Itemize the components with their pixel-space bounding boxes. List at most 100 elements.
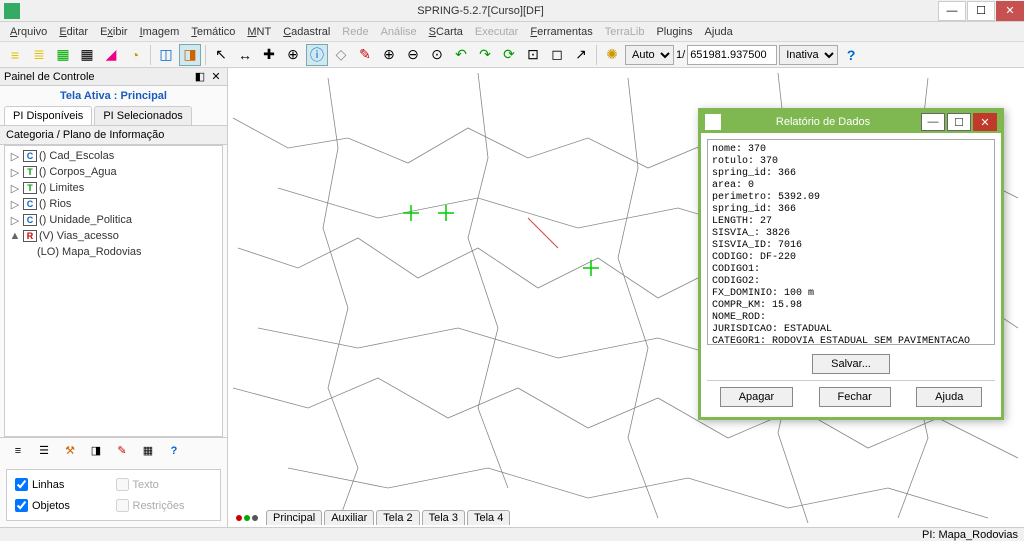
tab-pi-disponiveis[interactable]: PI Disponíveis — [4, 106, 92, 125]
category-t-icon: T — [23, 182, 37, 194]
maptab-tela4[interactable]: Tela 4 — [467, 510, 510, 525]
menu-exibir[interactable]: Exibir — [94, 24, 134, 40]
menu-plugins[interactable]: Plugins — [650, 24, 698, 40]
maptab-tela3[interactable]: Tela 3 — [422, 510, 465, 525]
zoom-out-icon[interactable]: ⊖ — [402, 44, 424, 66]
salvar-button[interactable]: Salvar... — [812, 354, 890, 374]
cursor-icon[interactable]: ↖ — [210, 44, 232, 66]
panel-float-icon[interactable]: ◧ — [193, 70, 207, 84]
tree-item-unidade-politica[interactable]: ▷C() Unidade_Politica — [9, 212, 218, 228]
window-titlebar: SPRING-5.2.7[Curso][DF] — ☐ ✕ — [0, 0, 1024, 22]
report-textarea[interactable] — [707, 139, 995, 345]
tree-item-vias-acesso[interactable]: ▲R(V) Vias_acesso — [9, 228, 218, 244]
extent-icon[interactable]: ◻ — [546, 44, 568, 66]
menu-tematico[interactable]: Temático — [185, 24, 241, 40]
ruler-icon[interactable]: ◇ — [330, 44, 352, 66]
tree-item-mapa-rodovias[interactable]: (LO) Mapa_Rodovias — [9, 244, 218, 260]
menu-cadastral[interactable]: Cadastral — [277, 24, 336, 40]
maptab-auxiliar[interactable]: Auxiliar — [324, 510, 374, 525]
chk-linhas[interactable]: Linhas — [15, 478, 112, 491]
redo-icon[interactable]: ↷ — [474, 44, 496, 66]
maptab-principal[interactable]: Principal — [266, 510, 322, 525]
tool1-icon[interactable]: ⚒ — [60, 441, 80, 461]
edit-icon[interactable]: ✎ — [112, 441, 132, 461]
tree-header: Categoria / Plano de Informação — [0, 126, 227, 145]
eraser-icon[interactable]: ◢ — [100, 44, 122, 66]
menu-label: rquivo — [17, 26, 47, 38]
chk-objetos[interactable]: Objetos — [15, 499, 112, 512]
map-mode-icon[interactable]: ◨ — [179, 44, 201, 66]
db-icon[interactable]: ≡ — [4, 44, 26, 66]
tree-item-limites[interactable]: ▷T() Limites — [9, 180, 218, 196]
app-icon — [4, 3, 20, 19]
disk-icon[interactable]: ◔ — [124, 44, 146, 66]
dialog-minimize-button[interactable]: — — [921, 113, 945, 131]
menubar: Arquivo Editar Exibir Imagem Temático MN… — [0, 22, 1024, 42]
maximize-button[interactable]: ☐ — [967, 1, 995, 21]
menu-arquivo[interactable]: Arquivo — [4, 24, 53, 40]
refresh-icon[interactable]: ⟳ — [498, 44, 520, 66]
dialog-titlebar[interactable]: Relatório de Dados — ☐ ✕ — [701, 111, 1001, 133]
menu-rede: Rede — [336, 24, 374, 40]
inativa-select[interactable]: Inativa — [779, 45, 838, 65]
dot-red-icon[interactable] — [236, 515, 242, 521]
dialog-maximize-button[interactable]: ☐ — [947, 113, 971, 131]
menu-ajuda[interactable]: Ajuda — [699, 24, 739, 40]
tab-pi-selecionados[interactable]: PI Selecionados — [94, 106, 192, 125]
menu-editar[interactable]: Editar — [53, 24, 94, 40]
menu-terralib: TerraLib — [599, 24, 651, 40]
category-c-icon: C — [23, 198, 37, 210]
menu-imagem[interactable]: Imagem — [134, 24, 186, 40]
control-panel: Painel de Controle ◧ ✕ Tela Ativa : Prin… — [0, 68, 228, 527]
layer-tree[interactable]: ▷C() Cad_Escolas ▷T() Corpos_Agua ▷T() L… — [4, 145, 223, 437]
grid-icon[interactable]: ▦ — [76, 44, 98, 66]
apagar-button[interactable]: Apagar — [720, 387, 793, 407]
category-c-icon: C — [23, 214, 37, 226]
zoom-full-icon[interactable]: ⊙ — [426, 44, 448, 66]
tree-item-corpos-agua[interactable]: ▷T() Corpos_Agua — [9, 164, 218, 180]
auto-select[interactable]: Auto — [625, 45, 674, 65]
menu-mnt[interactable]: MNT — [241, 24, 277, 40]
menu-scarta[interactable]: SCarta — [423, 24, 469, 40]
active-window-label: Tela Ativa : Principal — [0, 86, 227, 106]
table-icon[interactable]: ▦ — [138, 441, 158, 461]
close-button[interactable]: ✕ — [996, 1, 1024, 21]
menu-executar: Executar — [469, 24, 524, 40]
measure-icon[interactable]: ↗ — [570, 44, 592, 66]
undo-icon[interactable]: ↶ — [450, 44, 472, 66]
tool2-icon[interactable]: ◨ — [86, 441, 106, 461]
pan-icon[interactable]: ↔ — [234, 44, 256, 66]
zoom-in-icon[interactable]: ⊕ — [378, 44, 400, 66]
layers-icon[interactable]: ▦ — [52, 44, 74, 66]
info-icon[interactable]: ⓘ — [306, 44, 328, 66]
panel-close-icon[interactable]: ✕ — [209, 70, 223, 84]
menu-ferramentas[interactable]: Ferramentas — [524, 24, 598, 40]
tree-item-rios[interactable]: ▷C() Rios — [9, 196, 218, 212]
panel-header: Painel de Controle ◧ ✕ — [0, 68, 227, 86]
plus-icon[interactable]: ✚ — [258, 44, 280, 66]
zoom-sel-icon[interactable]: ⊡ — [522, 44, 544, 66]
scale-input[interactable] — [687, 45, 777, 65]
target-icon[interactable]: ⊕ — [282, 44, 304, 66]
pencil-icon[interactable]: ✎ — [354, 44, 376, 66]
fechar-button[interactable]: Fechar — [819, 387, 891, 407]
db2-icon[interactable]: ≣ — [28, 44, 50, 66]
minimize-button[interactable]: — — [938, 1, 966, 21]
chk-restricoes: Restrições — [116, 499, 213, 512]
dot-grey-icon[interactable] — [252, 515, 258, 521]
dialog-title: Relatório de Dados — [727, 116, 919, 128]
statusbar: PI: Mapa_Rodovias — [0, 527, 1024, 541]
panel-help-icon[interactable]: ? — [164, 441, 184, 461]
tree-item-cad-escolas[interactable]: ▷C() Cad_Escolas — [9, 148, 218, 164]
report-dialog: Relatório de Dados — ☐ ✕ Salvar... Apaga… — [698, 108, 1004, 420]
maptab-tela2[interactable]: Tela 2 — [376, 510, 419, 525]
panel-toggle-icon[interactable]: ◫ — [155, 44, 177, 66]
tree-icon[interactable]: ☰ — [34, 441, 54, 461]
panel-toolbar: ≡ ☰ ⚒ ◨ ✎ ▦ ? — [0, 437, 227, 463]
dialog-close-button[interactable]: ✕ — [973, 113, 997, 131]
globe-icon[interactable]: ✺ — [601, 44, 623, 66]
dot-green-icon[interactable] — [244, 515, 250, 521]
help-icon[interactable]: ? — [840, 44, 862, 66]
list-icon[interactable]: ≡ — [8, 441, 28, 461]
ajuda-button[interactable]: Ajuda — [916, 387, 982, 407]
